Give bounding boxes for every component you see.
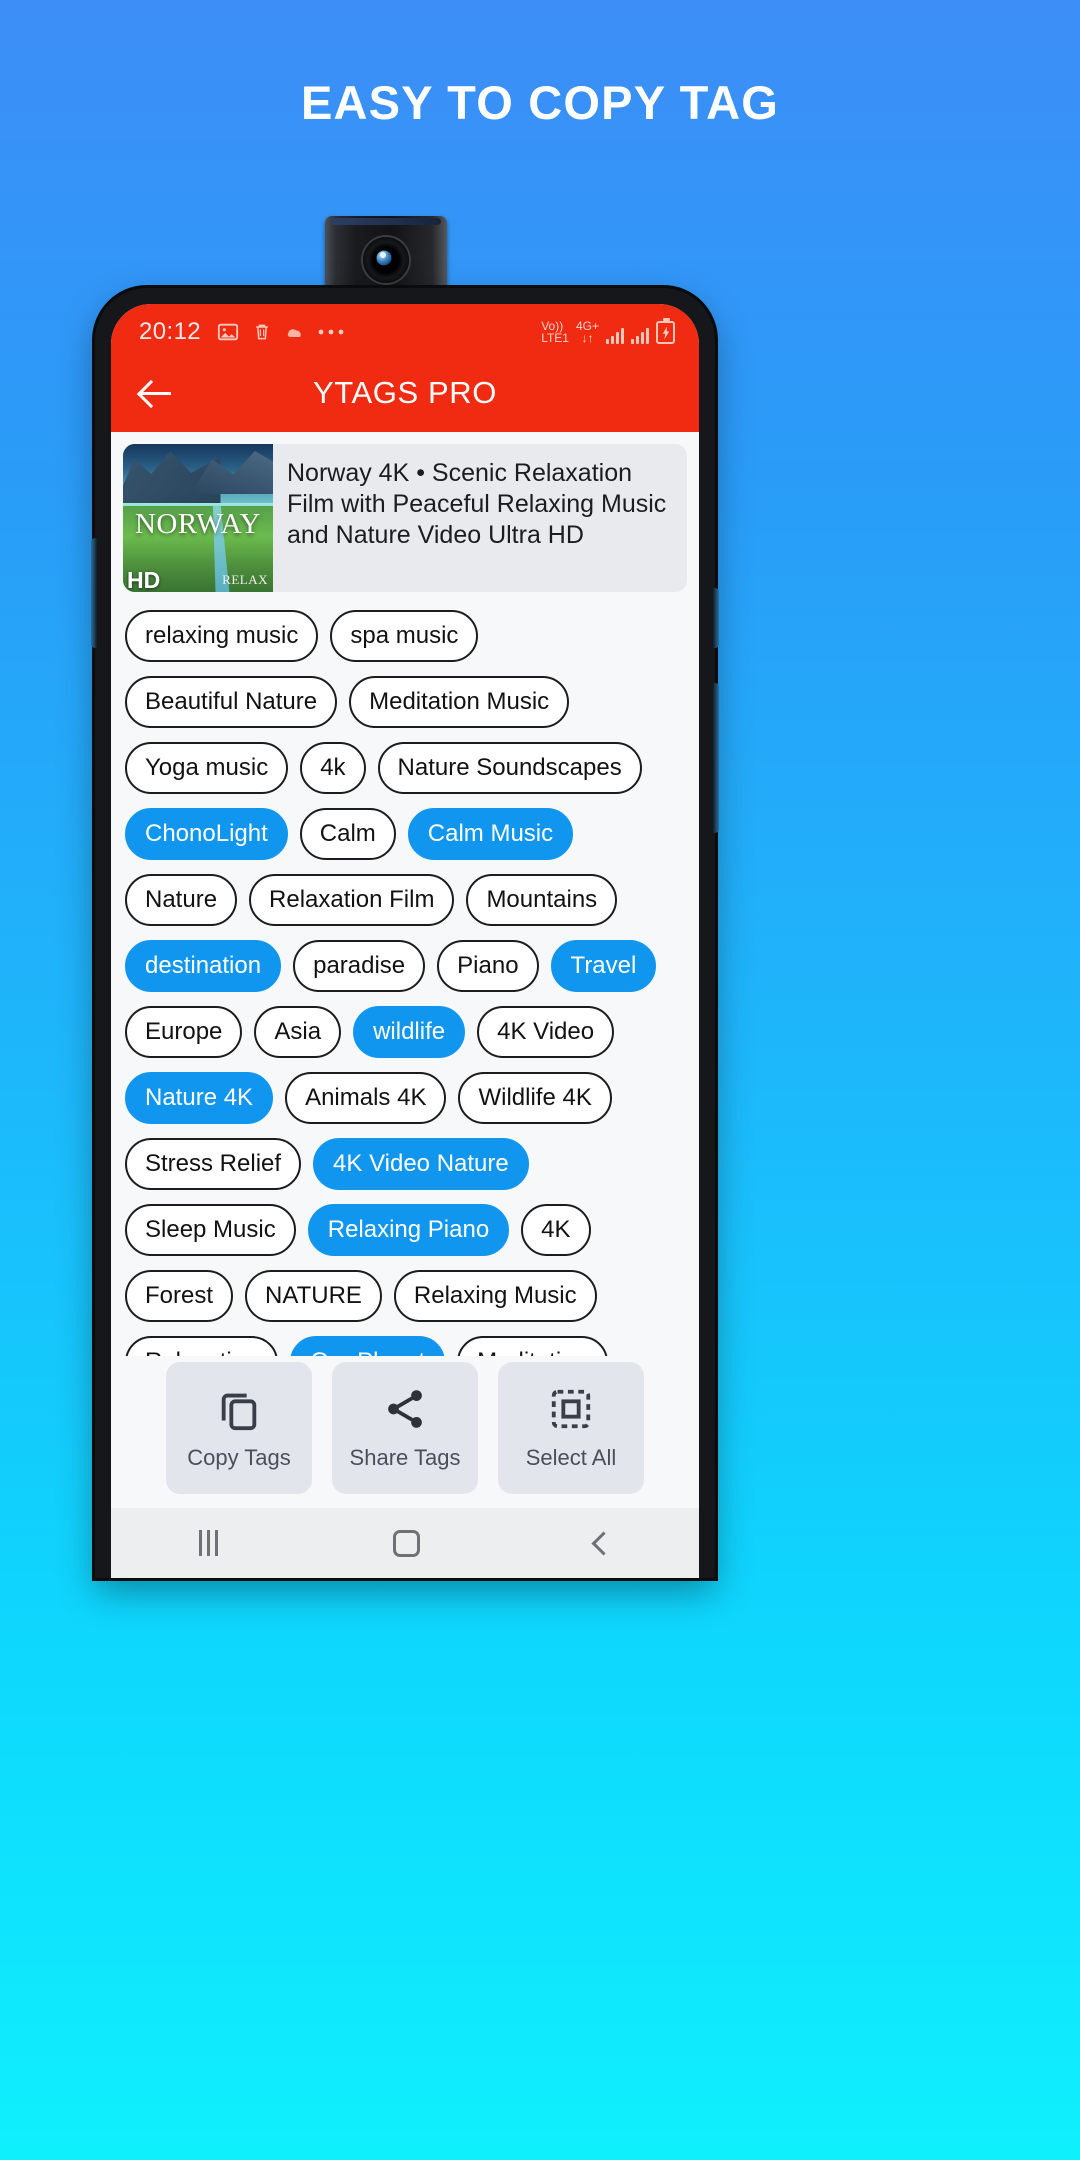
tag-chip[interactable]: Calm Music	[407, 808, 574, 860]
select-all-button[interactable]: Select All	[498, 1362, 644, 1494]
tag-chip[interactable]: Relaxation	[125, 1336, 279, 1356]
status-bar: 20:12 Vo)) LTE1 4G+ ↓↑	[111, 304, 699, 354]
page-title: YTAGS PRO	[313, 375, 497, 410]
tag-chip[interactable]: Sleep Music	[125, 1204, 296, 1256]
tag-chip[interactable]: Mountains	[466, 874, 618, 926]
tag-list: relaxing music spa music Beautiful Nature M…	[111, 592, 699, 1356]
tag-chip[interactable]: Stress Relief	[125, 1138, 302, 1190]
volte-indicator: Vo)) LTE1	[541, 319, 569, 345]
status-clock: 20:12	[139, 318, 202, 345]
tag-chip[interactable]: Beautiful Nature	[125, 676, 338, 728]
battery-charging-icon	[656, 318, 675, 344]
image-icon	[217, 323, 239, 341]
tag-chip[interactable]: relaxing music	[125, 610, 319, 662]
phone-screen: 20:12 Vo)) LTE1 4G+ ↓↑ YTAGS PRO NORWAY …	[111, 304, 699, 1578]
promo-headline: EASY TO COPY TAG	[300, 76, 779, 129]
home-icon[interactable]	[392, 1529, 420, 1557]
share-icon	[388, 1389, 422, 1428]
tag-chip[interactable]: Nature 4K	[125, 1072, 274, 1124]
tag-chip[interactable]: Meditation	[457, 1336, 608, 1356]
tag-chip[interactable]: Piano	[437, 940, 539, 992]
tag-chip[interactable]: wildlife	[353, 1006, 466, 1058]
more-icon	[318, 329, 344, 335]
tag-chip[interactable]: 4K Video	[477, 1006, 615, 1058]
tag-chip[interactable]: Travel	[550, 940, 657, 992]
phone-left-button	[91, 538, 98, 648]
thumbnail-hd-badge: HD	[127, 567, 161, 592]
phone-right-button-lower	[712, 683, 719, 833]
tag-chip[interactable]: Relaxing Music	[393, 1270, 597, 1322]
action-bar: Copy Tags Share Tags Select All	[111, 1356, 699, 1508]
tag-chip[interactable]: Calm	[299, 808, 396, 860]
tag-chip[interactable]: Europe	[125, 1006, 243, 1058]
main-content: NORWAY HD RELAX Norway 4K • Scenic Relax…	[111, 432, 699, 1356]
tag-chip[interactable]: 4k	[300, 742, 366, 794]
share-tags-button[interactable]: Share Tags	[332, 1362, 478, 1494]
tag-chip[interactable]: Yoga music	[125, 742, 289, 794]
tag-chip[interactable]: Forest	[125, 1270, 234, 1322]
copy-icon	[221, 1393, 257, 1430]
trash-icon	[256, 324, 268, 340]
cloud-icon	[287, 329, 301, 337]
signal-bars-sim1-icon	[606, 327, 624, 344]
tag-chip[interactable]: Relaxing Piano	[307, 1204, 510, 1256]
phone-right-button-upper	[712, 588, 719, 648]
tag-chip[interactable]: 4K Video Nature	[313, 1138, 529, 1190]
tag-chip[interactable]: ChonoLight	[125, 808, 288, 860]
tag-chip[interactable]: Asia	[254, 1006, 342, 1058]
tag-chip[interactable]: Relaxation Film	[249, 874, 455, 926]
phone-frame: 20:12 Vo)) LTE1 4G+ ↓↑ YTAGS PRO NORWAY …	[91, 288, 719, 1578]
tag-chip[interactable]: paradise	[293, 940, 426, 992]
signal-bars-sim2-icon	[631, 327, 649, 344]
tag-chip[interactable]: Meditation Music	[349, 676, 570, 728]
thumbnail-wordmark: NORWAY	[134, 507, 261, 540]
camera-lens-icon	[363, 237, 409, 283]
status-right-icons: Vo)) LTE1 4G+ ↓↑	[541, 318, 675, 345]
tag-chip[interactable]: Animals 4K	[285, 1072, 447, 1124]
select-all-icon	[551, 1389, 591, 1428]
tag-chip[interactable]: Our Planet	[290, 1336, 446, 1356]
tag-chip[interactable]: destination	[125, 940, 282, 992]
status-notification-icons	[217, 321, 344, 343]
back-icon[interactable]	[590, 1530, 616, 1556]
tag-chip[interactable]: Wildlife 4K	[458, 1072, 612, 1124]
copy-tags-label: Copy Tags	[187, 1444, 291, 1470]
network-type-indicator: 4G+ ↓↑	[575, 319, 599, 345]
app-bar: YTAGS PRO	[111, 354, 699, 432]
copy-tags-button[interactable]: Copy Tags	[166, 1362, 312, 1494]
share-tags-label: Share Tags	[349, 1444, 461, 1470]
tag-chip[interactable]: 4K	[521, 1204, 591, 1256]
video-title: Norway 4K • Scenic Relaxation Film with …	[287, 459, 667, 549]
tag-chip[interactable]: Nature Soundscapes	[377, 742, 642, 794]
tag-chip[interactable]: Nature	[125, 874, 238, 926]
tag-chip[interactable]: spa music	[330, 610, 479, 662]
video-thumbnail: NORWAY HD RELAX	[123, 444, 273, 592]
select-all-label: Select All	[525, 1444, 617, 1470]
thumbnail-relax-badge: RELAX	[222, 572, 268, 587]
android-nav-bar	[111, 1508, 699, 1578]
video-info-card[interactable]: NORWAY HD RELAX Norway 4K • Scenic Relax…	[123, 444, 687, 592]
tag-chip[interactable]: NATURE	[245, 1270, 382, 1322]
recent-apps-icon[interactable]	[198, 1530, 218, 1556]
